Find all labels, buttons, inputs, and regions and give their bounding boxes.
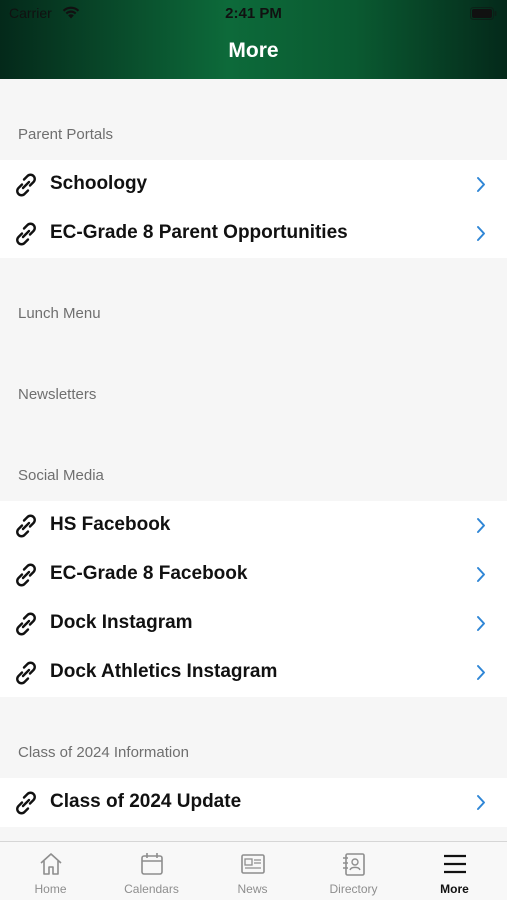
list-item-label: Dock Athletics Instagram [50,661,278,682]
link-icon [13,172,39,203]
link-icon [13,513,39,544]
section-title: Lunch Menu [18,305,101,322]
menu-icon [442,851,468,882]
tab-home[interactable]: Home [0,842,101,900]
link-icon [13,221,39,252]
list-item-hs-facebook[interactable]: HS Facebook [0,501,507,550]
section-header-social-media: Social Media [0,420,507,501]
status-time: 2:41 PM [225,5,282,22]
calendar-icon [139,851,165,882]
tab-calendars[interactable]: Calendars [101,842,202,900]
newspaper-icon [240,851,266,882]
chevron-right-icon [476,664,486,686]
tab-label: Calendars [124,882,179,896]
link-icon [13,611,39,642]
list-item-ec-grade8-facebook[interactable]: EC-Grade 8 Facebook [0,550,507,599]
more-list[interactable]: Parent Portals Schoology EC-Grade 8 Pare… [0,79,507,841]
list-item-schoology[interactable]: Schoology [0,160,507,209]
chevron-right-icon [476,794,486,816]
list-item-dock-athletics-instagram[interactable]: Dock Athletics Instagram [0,648,507,697]
directory-icon [341,851,367,882]
tab-more[interactable]: More [404,842,505,900]
chevron-right-icon [476,517,486,539]
list-item-class-of-2024-update[interactable]: Class of 2024 Update [0,778,507,827]
battery-icon [470,7,497,25]
link-icon [13,562,39,593]
tab-label: News [237,882,268,896]
list-item-ec-grade8-parent-opportunities[interactable]: EC-Grade 8 Parent Opportunities [0,209,507,258]
tab-directory[interactable]: Directory [303,842,404,900]
section-header-newsletters: Newsletters [0,339,507,420]
list-item-label: EC-Grade 8 Facebook [50,563,248,584]
section-title: Social Media [18,467,104,484]
link-icon [13,660,39,691]
chevron-right-icon [476,176,486,198]
section-title: Newsletters [18,386,97,403]
chevron-right-icon [476,566,486,588]
home-icon [38,851,64,882]
section-title: Parent Portals [18,126,114,143]
list-item-dock-instagram[interactable]: Dock Instagram [0,599,507,648]
chevron-right-icon [476,225,486,247]
chevron-right-icon [476,615,486,637]
list-item-label: Schoology [50,173,148,194]
link-icon [13,790,39,821]
section-title: Class of 2024 Information [18,744,189,761]
tab-bar: Home Calendars News Directory More [0,841,507,900]
section-header-parent-portals: Parent Portals [0,79,507,160]
tab-label: More [440,882,469,896]
tab-label: Directory [329,882,378,896]
page-title: More [228,39,279,62]
section-header-class-of-2024: Class of 2024 Information [0,697,507,778]
status-bar: Carrier 2:41 PM [0,0,507,28]
app-header: Carrier 2:41 PM More [0,0,507,79]
list-item-label: EC-Grade 8 Parent Opportunities [50,222,348,243]
tab-label: Home [34,882,67,896]
list-item-label: Dock Instagram [50,612,193,633]
list-item-label: HS Facebook [50,514,171,535]
section-header-lunch-menu: Lunch Menu [0,258,507,339]
list-item-label: Class of 2024 Update [50,791,242,812]
tab-news[interactable]: News [202,842,303,900]
